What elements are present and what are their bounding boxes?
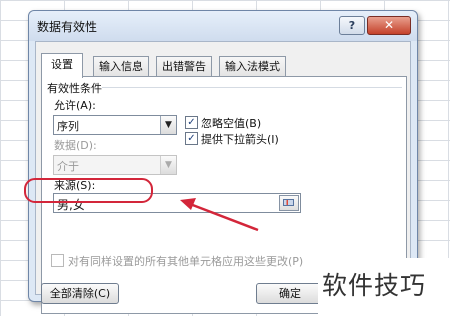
arrow-shaft	[189, 202, 259, 232]
watermark: 软件技巧	[318, 258, 450, 316]
watermark-text: 软件技巧	[322, 271, 427, 300]
arrow-head	[180, 198, 196, 210]
tab-settings[interactable]: 设置	[41, 53, 83, 78]
